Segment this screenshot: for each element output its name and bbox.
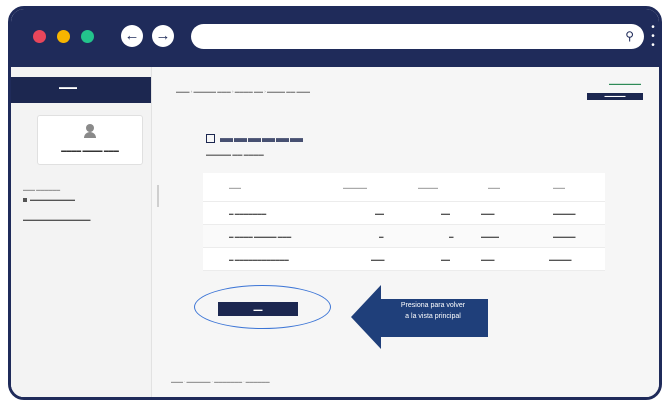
header-button-blurred[interactable]: ▬▬▬▬▬▬ (587, 93, 643, 100)
benefits-table-blurred: ▬▬▬ ▬▬▬▬▬▬ ▬▬▬▬▬ ▬▬▬ ▬▬▬ ▬ ▬▬▬▬▬▬▬ ▬▬ ▬▬… (203, 173, 605, 271)
sidebar-section-label-blurred: ▬▬▬ ▬▬▬▬▬▬ (23, 187, 61, 192)
sidebar-item-blurred[interactable]: ▬▬▬▬▬▬▬▬▬▬▬▬▬▬▬ (23, 217, 91, 222)
user-name-blurred: ▬▬▬▬ ▬▬▬▬ ▬▬▬ (61, 148, 119, 154)
callout-text: Presiona para volver a la vista principa… (383, 300, 483, 322)
callout-arrow: Presiona para volver a la vista principa… (351, 283, 488, 351)
sidebar: ▬▬▬ ▬▬▬▬ ▬▬▬▬ ▬▬▬ ▬▬▬ ▬▬▬▬▬▬ ▬▬▬▬▬▬▬▬▬▬ … (11, 67, 152, 397)
search-icon[interactable]: ⚲ (625, 29, 634, 43)
browser-window: ← → ⚲ • • • ▬▬▬ ▬▬▬▬ ▬▬▬▬ ▬▬▬ ▬▬▬ ▬▬▬▬▬▬ ▬… (8, 6, 662, 400)
address-bar[interactable]: ⚲ (191, 24, 644, 49)
table-row[interactable]: ▬ ▬▬▬▬ ▬▬▬▬▬ ▬▬▬ ▬ ▬ ▬▬▬▬ ▬▬▬▬▬ (203, 225, 605, 248)
breadcrumb-blurred: ▬▬▬ › ▬▬▬▬▬ ▬▬▬ › ▬▬▬▬ ▬▬ › ▬▬▬▬ ▬▬ ▬▬▬ (176, 89, 310, 94)
avatar-icon (84, 124, 96, 138)
header-link-blurred[interactable]: ▬▬▬▬▬▬▬▬ (609, 81, 641, 86)
page-title: ▬▬▬▬▬▬ (206, 130, 304, 145)
table-header: ▬▬▬ ▬▬▬▬▬▬ ▬▬▬▬▬ ▬▬▬ ▬▬▬ (203, 173, 605, 202)
browser-toolbar: ← → ⚲ • • • (11, 9, 659, 67)
sidebar-logo-bar: ▬▬▬ (11, 77, 151, 103)
sidebar-divider (157, 185, 159, 207)
footer-blurred: ▬▬▬ · ▬▬▬▬▬▬ · ▬▬▬▬▬▬▬ · ▬▬▬▬▬▬ (171, 379, 270, 384)
back-arrow-icon[interactable]: ← (121, 25, 143, 47)
callout-line-1: Presiona para volver (400, 302, 466, 309)
table-row[interactable]: ▬ ▬▬▬▬▬▬▬▬▬▬▬▬ ▬▬▬ ▬▬ ▬▬▬ ▬▬▬▬▬ (203, 248, 605, 271)
blurred-page-viewport: ▬▬▬ ▬▬▬▬ ▬▬▬▬ ▬▬▬ ▬▬▬ ▬▬▬▬▬▬ ▬▬▬▬▬▬▬▬▬▬ … (11, 67, 659, 397)
user-card: ▬▬▬▬ ▬▬▬▬ ▬▬▬ (37, 115, 143, 165)
close-window-dot[interactable] (33, 30, 46, 43)
highlight-oval (194, 285, 331, 329)
maximize-window-dot[interactable] (81, 30, 94, 43)
forward-arrow-icon[interactable]: → (152, 25, 174, 47)
table-row[interactable]: ▬ ▬▬▬▬▬▬▬ ▬▬ ▬▬ ▬▬▬ ▬▬▬▬▬ (203, 202, 605, 225)
browser-menu-icon[interactable]: • • • (649, 23, 657, 51)
grid-icon (206, 134, 215, 144)
logo: ▬▬▬ (59, 85, 77, 91)
callout-line-2: a la vista principal (405, 313, 461, 320)
sidebar-item-active-blurred[interactable]: ▬▬▬▬▬▬▬▬▬▬ (23, 197, 75, 202)
minimize-window-dot[interactable] (57, 30, 70, 43)
page-subtitle-blurred: ▬▬▬▬▬ ▬▬ ▬▬▬▬ (206, 152, 264, 158)
